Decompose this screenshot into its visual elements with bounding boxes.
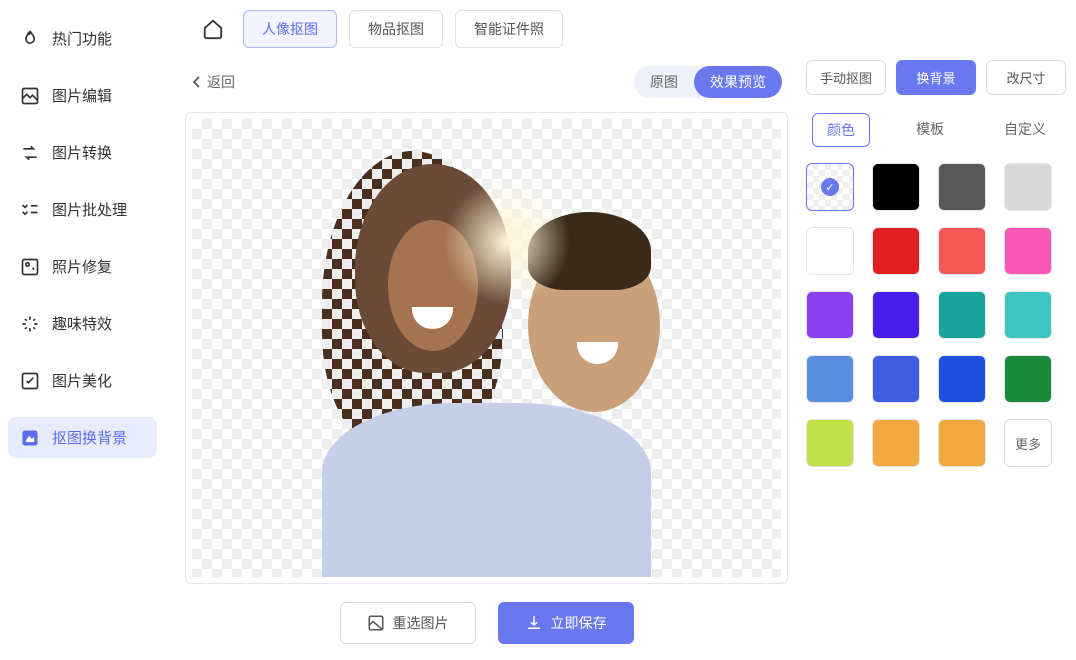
color-swatch[interactable]: [1004, 227, 1052, 275]
sidebar-item-effects[interactable]: 趣味特效: [8, 303, 157, 344]
image-icon: [367, 614, 385, 632]
tab-label: 智能证件照: [474, 21, 544, 37]
view-preview[interactable]: 效果预览: [694, 66, 782, 98]
sidebar-item-edit[interactable]: 图片编辑: [8, 75, 157, 116]
tool-row: 手动抠图 换背景 改尺寸: [806, 60, 1066, 95]
color-swatch[interactable]: [938, 227, 986, 275]
sidebar-item-beautify[interactable]: 图片美化: [8, 360, 157, 401]
tool-label: 改尺寸: [1006, 71, 1045, 86]
bg-tabs: 颜色 模板 自定义: [806, 113, 1066, 147]
tab-object-cutout[interactable]: 物品抠图: [349, 10, 443, 48]
bg-tab-label: 颜色: [827, 122, 855, 138]
bg-tab-custom[interactable]: 自定义: [990, 113, 1060, 147]
bg-tab-label: 自定义: [1004, 121, 1046, 137]
tab-id-photo[interactable]: 智能证件照: [455, 10, 563, 48]
tab-label: 人像抠图: [262, 21, 318, 37]
home-button[interactable]: [195, 11, 231, 47]
tool-label: 手动抠图: [820, 71, 872, 86]
color-swatch[interactable]: [806, 355, 854, 403]
image-edit-icon: [20, 86, 40, 106]
sidebar: 热门功能 图片编辑 图片转换 图片批处理 照片修复 趣味特效 图片美化 抠图换: [0, 0, 165, 660]
color-swatches: 更多: [806, 163, 1066, 467]
sidebar-item-restore[interactable]: 照片修复: [8, 246, 157, 287]
save-button[interactable]: 立即保存: [498, 602, 634, 644]
flame-icon: [20, 29, 40, 49]
editor-column: 返回 原图 效果预览: [185, 60, 788, 650]
sidebar-item-label: 图片美化: [52, 370, 112, 391]
download-icon: [525, 614, 543, 632]
beautify-icon: [20, 371, 40, 391]
view-toggle: 原图 效果预览: [634, 66, 782, 98]
color-swatch[interactable]: [938, 355, 986, 403]
sparkle-icon: [20, 314, 40, 334]
tool-label: 换背景: [916, 71, 955, 86]
btn-label: 立即保存: [551, 613, 607, 633]
view-original[interactable]: 原图: [634, 66, 694, 98]
convert-icon: [20, 143, 40, 163]
tool-manual-cutout[interactable]: 手动抠图: [806, 60, 886, 95]
sidebar-item-cutout[interactable]: 抠图换背景: [8, 417, 157, 458]
color-swatch[interactable]: [1004, 355, 1052, 403]
tab-label: 物品抠图: [368, 21, 424, 37]
color-swatch[interactable]: [806, 163, 854, 211]
btn-label: 重选图片: [393, 613, 449, 633]
bg-tab-color[interactable]: 颜色: [812, 113, 870, 147]
topbar: 人像抠图 物品抠图 智能证件照: [165, 10, 1076, 60]
tool-change-bg[interactable]: 换背景: [896, 60, 976, 95]
action-row: 重选图片 立即保存: [185, 584, 788, 650]
sidebar-item-label: 抠图换背景: [52, 427, 127, 448]
color-swatch[interactable]: [872, 419, 920, 467]
sidebar-item-label: 图片批处理: [52, 199, 127, 220]
chevron-left-icon: [191, 75, 201, 89]
sidebar-item-label: 趣味特效: [52, 313, 112, 334]
tab-portrait-cutout[interactable]: 人像抠图: [243, 10, 337, 48]
sidebar-item-label: 图片转换: [52, 142, 112, 163]
bg-tab-label: 模板: [916, 121, 944, 137]
color-swatch[interactable]: [806, 227, 854, 275]
sidebar-item-convert[interactable]: 图片转换: [8, 132, 157, 173]
more-colors-button[interactable]: 更多: [1004, 419, 1052, 467]
sidebar-item-batch[interactable]: 图片批处理: [8, 189, 157, 230]
color-swatch[interactable]: [872, 227, 920, 275]
back-label: 返回: [207, 72, 235, 92]
tool-resize[interactable]: 改尺寸: [986, 60, 1066, 95]
cutout-bg-icon: [20, 428, 40, 448]
batch-icon: [20, 200, 40, 220]
color-swatch[interactable]: [938, 419, 986, 467]
sidebar-item-label: 图片编辑: [52, 85, 112, 106]
color-swatch[interactable]: [938, 291, 986, 339]
back-button[interactable]: 返回: [191, 72, 235, 92]
color-swatch[interactable]: [872, 291, 920, 339]
sidebar-item-label: 照片修复: [52, 256, 112, 277]
color-swatch[interactable]: [872, 355, 920, 403]
main: 人像抠图 物品抠图 智能证件照 返回 原图 效果预览: [165, 0, 1076, 660]
home-icon: [202, 18, 224, 40]
color-swatch[interactable]: [872, 163, 920, 211]
image-canvas: [185, 112, 788, 584]
seg-label: 原图: [650, 74, 678, 90]
restore-icon: [20, 257, 40, 277]
color-swatch[interactable]: [1004, 163, 1052, 211]
right-panel: 手动抠图 换背景 改尺寸 颜色 模板 自定义 更多: [806, 60, 1066, 650]
color-swatch[interactable]: [806, 419, 854, 467]
color-swatch[interactable]: [938, 163, 986, 211]
color-swatch[interactable]: [1004, 291, 1052, 339]
sidebar-item-label: 热门功能: [52, 28, 112, 49]
cutout-result: [192, 119, 781, 577]
color-swatch[interactable]: [806, 291, 854, 339]
reselect-button[interactable]: 重选图片: [340, 602, 476, 644]
seg-label: 效果预览: [710, 74, 766, 90]
sidebar-item-hot[interactable]: 热门功能: [8, 18, 157, 59]
bg-tab-template[interactable]: 模板: [902, 113, 958, 147]
